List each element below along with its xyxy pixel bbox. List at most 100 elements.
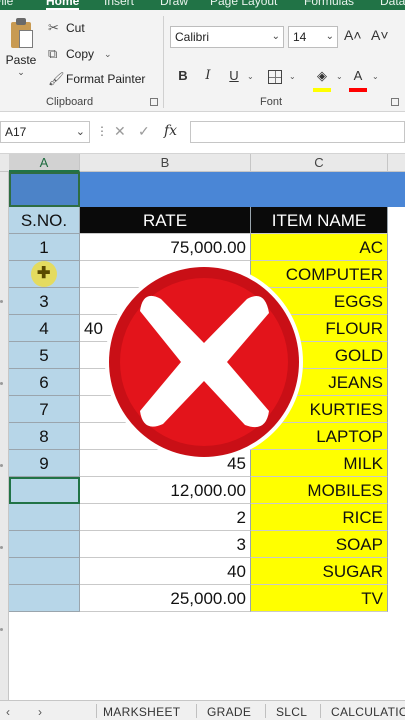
row-marker: [0, 382, 3, 385]
sno-cell[interactable]: [9, 504, 80, 531]
dialog-launcher-icon[interactable]: [391, 98, 399, 106]
banner-cell-bc[interactable]: [80, 172, 405, 207]
item-cell[interactable]: RICE: [251, 504, 388, 531]
formula-bar: A17 ⌄ ⋮ ✕ ✓ fx: [0, 112, 405, 154]
rate-cell-visible-fragment: 40: [84, 319, 103, 338]
row-marker: [0, 464, 3, 467]
cancel-icon[interactable]: ✕: [114, 123, 126, 140]
rate-cell[interactable]: 12,000.00: [80, 477, 251, 504]
sno-cell[interactable]: 6: [9, 369, 80, 396]
sno-cell[interactable]: 7: [9, 396, 80, 423]
rate-cell[interactable]: 40: [80, 558, 251, 585]
chevron-down-icon[interactable]: ⌄: [76, 125, 85, 138]
sno-cell[interactable]: 9: [9, 450, 80, 477]
cell-cursor-plus-icon: ✚: [37, 265, 51, 282]
row-header-gutter[interactable]: [0, 172, 9, 700]
insert-function-button[interactable]: fx: [164, 123, 177, 139]
banner-cell-a[interactable]: [9, 172, 80, 207]
tab-home[interactable]: Home: [46, 0, 80, 10]
tab-formulas[interactable]: Formulas: [304, 0, 354, 8]
rate-cell[interactable]: 25,000.00: [80, 585, 251, 612]
row-marker: [0, 300, 3, 303]
item-cell[interactable]: MOBILES: [251, 477, 388, 504]
font-color-swatch: [349, 88, 367, 92]
fill-color-icon[interactable]: ◈: [314, 68, 330, 84]
tab-page-layout[interactable]: Page Layout: [210, 0, 277, 8]
chevron-down-icon[interactable]: ⌄: [372, 72, 379, 81]
rate-cell[interactable]: 75,000.00: [80, 234, 251, 261]
column-header-a[interactable]: A: [9, 154, 80, 172]
font-name-value: Calibri: [175, 30, 210, 44]
cut-button[interactable]: ✂ Cut: [48, 20, 85, 36]
tab-data[interactable]: Data: [380, 0, 405, 8]
chevron-down-icon[interactable]: ⌄: [4, 67, 38, 78]
next-sheet-icon[interactable]: ›: [38, 705, 42, 719]
chevron-down-icon[interactable]: ⌄: [247, 72, 254, 81]
copy-icon: ⧉: [48, 46, 58, 61]
header-rate[interactable]: RATE: [80, 207, 251, 234]
name-box[interactable]: A17 ⌄: [0, 121, 90, 143]
sno-cell[interactable]: 8: [9, 423, 80, 450]
rate-cell[interactable]: 2: [80, 504, 251, 531]
sno-cell[interactable]: [9, 558, 80, 585]
check-icon[interactable]: ✓: [138, 123, 150, 140]
grow-font-button[interactable]: A˄: [344, 27, 362, 43]
column-header-c[interactable]: C: [251, 154, 388, 172]
format-painter-button[interactable]: 🖌 Format Painter: [48, 71, 145, 87]
sheet-tab-grade[interactable]: GRADE: [207, 705, 251, 719]
sno-cell[interactable]: 5: [9, 342, 80, 369]
sno-cell[interactable]: 4: [9, 315, 80, 342]
sheet-tab-bar: ‹ › MARKSHEET GRADE SLCL CALCULATION: [0, 700, 405, 720]
fill-color-swatch: [313, 88, 331, 92]
copy-button[interactable]: ⧉ Copy ⌄: [48, 46, 112, 62]
chevron-down-icon[interactable]: ⌄: [104, 49, 112, 60]
bold-button[interactable]: B: [175, 68, 191, 83]
row-marker: [0, 628, 3, 631]
paste-button[interactable]: Paste ⌄: [4, 18, 38, 78]
font-color-icon[interactable]: A: [350, 68, 366, 83]
tab-draw[interactable]: Draw: [160, 0, 188, 8]
chevron-down-icon: ⌄: [325, 31, 334, 42]
tab-insert[interactable]: Insert: [104, 0, 134, 8]
rate-cell[interactable]: 3: [80, 531, 251, 558]
scissors-icon: ✂: [48, 20, 59, 35]
ribbon-tab-strip: File Home Insert Draw Page Layout Formul…: [0, 0, 405, 10]
borders-icon[interactable]: [268, 70, 282, 84]
paintbrush-icon: 🖌: [48, 71, 65, 86]
format-painter-label: Format Painter: [66, 72, 146, 86]
cut-label: Cut: [66, 21, 85, 35]
sheet-tab-marksheet[interactable]: MARKSHEET: [103, 705, 180, 719]
chevron-down-icon: ⌄: [271, 31, 280, 42]
tab-file[interactable]: File: [0, 0, 13, 8]
item-cell[interactable]: SOAP: [251, 531, 388, 558]
shrink-font-button[interactable]: A˅: [371, 27, 389, 43]
chevron-down-icon[interactable]: ⌄: [289, 72, 296, 81]
ribbon: Paste ⌄ ✂ Cut ⧉ Copy ⌄ 🖌 Format Painter …: [0, 10, 405, 112]
dialog-launcher-icon[interactable]: [150, 98, 158, 106]
paste-label: Paste: [5, 53, 37, 67]
sno-cell[interactable]: [9, 585, 80, 612]
header-sno[interactable]: S.NO.: [9, 207, 80, 234]
sno-cell[interactable]: [9, 531, 80, 558]
prev-sheet-icon[interactable]: ‹: [6, 705, 10, 719]
font-name-select[interactable]: Calibri ⌄: [170, 26, 284, 48]
column-header-b[interactable]: B: [80, 154, 251, 172]
sno-cell-selected[interactable]: [9, 477, 80, 504]
item-cell[interactable]: TV: [251, 585, 388, 612]
sheet-tab-calculation[interactable]: CALCULATION: [331, 705, 405, 719]
header-item-name[interactable]: ITEM NAME: [251, 207, 388, 234]
font-size-select[interactable]: 14 ⌄: [288, 26, 338, 48]
item-cell[interactable]: AC: [251, 234, 388, 261]
vertical-dots-icon[interactable]: ⋮: [96, 124, 108, 138]
italic-button[interactable]: I: [200, 68, 216, 83]
formula-input[interactable]: [190, 121, 405, 143]
font-group-label: Font: [260, 96, 283, 108]
underline-button[interactable]: U: [226, 68, 242, 83]
item-cell[interactable]: SUGAR: [251, 558, 388, 585]
tab-divider: [320, 704, 321, 718]
sheet-tab-slcl[interactable]: SLCL: [276, 705, 307, 719]
sno-cell[interactable]: 3: [9, 288, 80, 315]
chevron-down-icon[interactable]: ⌄: [336, 72, 343, 81]
sno-cell[interactable]: 1: [9, 234, 80, 261]
red-x-icon: [105, 263, 303, 461]
